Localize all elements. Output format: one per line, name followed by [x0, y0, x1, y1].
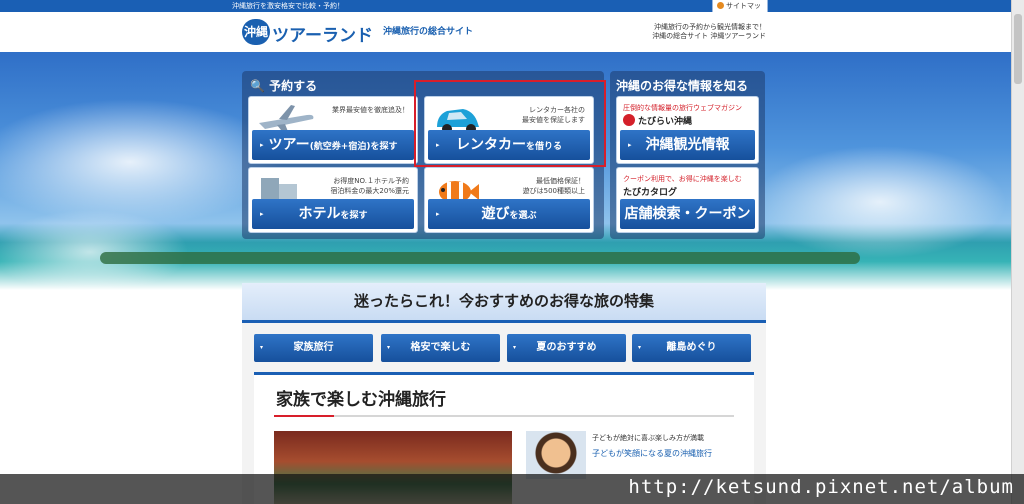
- arrow-icon: ▸: [628, 141, 632, 149]
- arrow-icon: ▾: [513, 344, 517, 351]
- arrow-icon: ▸: [628, 210, 632, 218]
- card-activity-desc-2: 遊びは500種類以上: [522, 187, 585, 195]
- tour-button-label: ツアー: [268, 137, 310, 153]
- header-note-line1: 沖縄旅行の予約から観光情報まで！: [654, 23, 766, 31]
- info-title: 沖縄のお得な情報を知る: [616, 79, 749, 93]
- search-icon: 🔍: [250, 79, 265, 93]
- card-coupon-head: クーポン利用で、お得に沖縄を楽しむ: [623, 175, 742, 183]
- scrollbar[interactable]: [1011, 0, 1024, 504]
- card-hotel-desc-2: 宿泊料金の最大20%還元: [330, 187, 409, 195]
- card-coupon[interactable]: クーポン利用で、お得に沖縄を楽しむ たびカタログ ▸ 店舗検索・クーポン: [616, 167, 759, 233]
- tabirai-logo-icon: [623, 114, 635, 126]
- info-panel: 沖縄のお得な情報を知る 圧倒的な情報量の旅行ウェブマガジン たびらい沖縄 ▸ 沖…: [610, 71, 765, 239]
- activity-button[interactable]: ▸ 遊びを選ぶ: [428, 199, 590, 229]
- child-photo[interactable]: [526, 431, 586, 479]
- card-tour[interactable]: 業界最安値を徹底追及！ ▸ ツアー(航空券+宿泊)を探す: [248, 96, 418, 164]
- arrow-icon: ▸: [260, 141, 264, 149]
- feature-tabs: ▾ 家族旅行 ▾ 格安で楽しむ ▾ 夏のおすすめ ▾ 離島めぐり: [254, 334, 754, 362]
- tab-budget-label: 格安で楽しむ: [410, 342, 471, 353]
- tab-family[interactable]: ▾ 家族旅行: [254, 334, 373, 362]
- arrow-icon: ▾: [387, 344, 391, 351]
- card-hotel[interactable]: お得度NO.１ホテル予約 宿泊料金の最大20%還元 ▸ ホテルを探す: [248, 167, 418, 233]
- header-note: 沖縄旅行の予約から観光情報まで！ 沖縄の総合サイト 沖縄ツアーランド: [652, 23, 766, 41]
- tab-summer-label: 夏のおすすめ: [536, 342, 597, 353]
- card-travel-info-head: 圧倒的な情報量の旅行ウェブマガジン: [623, 104, 742, 112]
- logo-subtitle: 沖縄旅行の総合サイト: [383, 27, 474, 37]
- tagline: 沖縄旅行を激安格安で比較・予約！: [232, 2, 344, 10]
- coupon-button-label: 店舗検索・クーポン: [624, 206, 751, 222]
- rentacar-highlight-box: [414, 80, 606, 167]
- tabirai-logo-text: たびらい沖縄: [638, 117, 693, 127]
- hotel-button-tail: を探す: [340, 211, 368, 221]
- travel-info-button-label: 沖縄観光情報: [645, 137, 730, 153]
- hotel-button[interactable]: ▸ ホテルを探す: [252, 199, 414, 229]
- tab-family-label: 家族旅行: [293, 342, 334, 353]
- card-hotel-desc: お得度NO.１ホテル予約 宿泊料金の最大20%還元: [330, 176, 409, 196]
- logo-text[interactable]: ツアーランド: [272, 21, 373, 46]
- card-travel-info[interactable]: 圧倒的な情報量の旅行ウェブマガジン たびらい沖縄 ▸ 沖縄観光情報: [616, 96, 759, 164]
- arrow-icon: ▸: [260, 210, 264, 218]
- activity-button-label: 遊び: [481, 206, 510, 222]
- section-divider: [274, 415, 734, 417]
- card-activity-desc-1: 最低価格保証！: [536, 177, 585, 185]
- section-side-text: 子どもが絶対に喜ぶ楽しみ方が満載: [592, 434, 704, 442]
- tab-islands[interactable]: ▾ 離島めぐり: [632, 334, 751, 362]
- tabirai-logo: たびらい沖縄: [623, 114, 692, 127]
- section-side-link[interactable]: 子どもが笑顔になる夏の沖縄旅行: [592, 448, 712, 459]
- tour-button[interactable]: ▸ ツアー(航空券+宿泊)を探す: [252, 130, 414, 160]
- tab-budget[interactable]: ▾ 格安で楽しむ: [381, 334, 500, 362]
- header-note-line2: 沖縄の総合サイト 沖縄ツアーランド: [652, 32, 766, 40]
- booking-title-text: 予約する: [269, 79, 318, 93]
- card-activity[interactable]: 最低価格保証！ 遊びは500種類以上 ▸ 遊びを選ぶ: [424, 167, 594, 233]
- card-tour-desc: 業界最安値を徹底追及！: [332, 106, 409, 114]
- coupon-button[interactable]: ▸ 店舗検索・クーポン: [620, 199, 755, 229]
- island-silhouette: [100, 252, 860, 264]
- arrow-icon: ▾: [260, 344, 264, 351]
- booking-title: 🔍 予約する: [250, 77, 317, 94]
- tour-button-sub: (航空券+宿泊): [309, 142, 371, 152]
- tab-summer[interactable]: ▾ 夏のおすすめ: [507, 334, 626, 362]
- top-strip: 沖縄旅行を激安格安で比較・予約！: [0, 0, 1024, 12]
- tab-islands-label: 離島めぐり: [666, 342, 717, 353]
- logo-badge[interactable]: 沖縄: [242, 19, 270, 45]
- watermark-bar: http://ketsund.pixnet.net/album: [0, 474, 1024, 504]
- site-header: 沖縄 ツアーランド 沖縄旅行の総合サイト 沖縄旅行の予約から観光情報まで！ 沖縄…: [0, 12, 1024, 52]
- arrow-icon: ▾: [638, 344, 642, 351]
- arrow-icon: ▸: [436, 210, 440, 218]
- hotel-button-label: ホテル: [298, 206, 341, 222]
- watermark-text: http://ketsund.pixnet.net/album: [628, 476, 1014, 498]
- feature-heading: 迷ったらこれ！今おすすめのお得な旅の特集: [242, 283, 766, 323]
- travel-info-button[interactable]: ▸ 沖縄観光情報: [620, 130, 755, 160]
- feature-area: 迷ったらこれ！今おすすめのお得な旅の特集 ▾ 家族旅行 ▾ 格安で楽しむ ▾ 夏のおす…: [242, 283, 766, 504]
- card-hotel-desc-1: お得度NO.１ホテル予約: [333, 177, 409, 185]
- tabi-catalog-logo: たびカタログ: [623, 188, 678, 198]
- activity-button-tail: を選ぶ: [509, 211, 537, 221]
- tour-button-tail: を探す: [370, 142, 398, 152]
- card-activity-desc: 最低価格保証！ 遊びは500種類以上: [523, 176, 585, 196]
- section-title: 家族で楽しむ沖縄旅行: [276, 390, 446, 410]
- sitemap-icon: [717, 2, 724, 9]
- scrollbar-thumb[interactable]: [1014, 14, 1022, 84]
